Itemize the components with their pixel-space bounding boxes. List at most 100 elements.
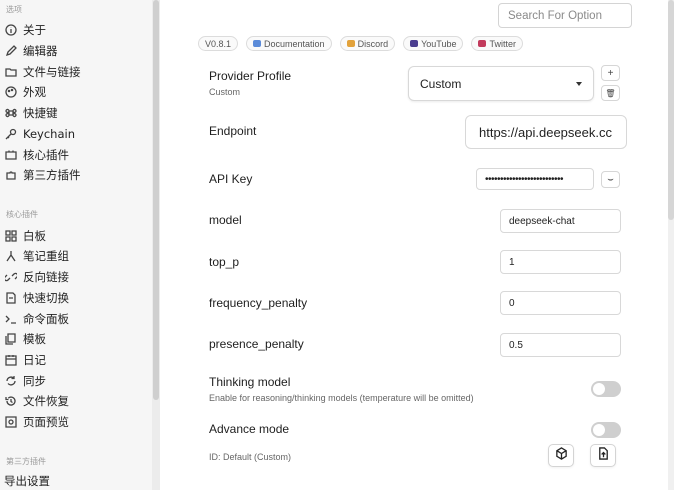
calendar-icon [4, 353, 18, 367]
model-input[interactable]: deepseek-chat [500, 209, 621, 233]
provider-profile-label: Provider Profile [209, 69, 292, 83]
endpoint-value: https://api.deepseek.cc [479, 124, 612, 140]
frequency-penalty-input[interactable]: 0 [500, 291, 621, 315]
endpoint-input[interactable]: https://api.deepseek.cc [465, 115, 627, 149]
sync-icon [4, 374, 18, 388]
import-button[interactable] [548, 444, 574, 467]
twitter-chip[interactable]: Twitter [471, 36, 523, 51]
sidebar: 选项 关于 编辑器 文件与链接 外观 快捷键 Keychain 核心插件 第三方… [0, 0, 152, 490]
link-chips: V0.8.1 Documentation Discord YouTube Twi… [198, 36, 523, 51]
advance-mode-toggle[interactable] [591, 422, 621, 438]
history-icon [4, 394, 18, 408]
switch-icon [4, 291, 18, 305]
youtube-chip[interactable]: YouTube [403, 36, 464, 51]
sidebar-item-label: 文件与链接 [23, 64, 81, 79]
top-p-input[interactable]: 1 [500, 250, 621, 274]
preview-icon [4, 415, 18, 429]
section-heading-options: 选项 [6, 5, 22, 14]
frequency-penalty-label: frequency_penalty [209, 296, 308, 310]
sidebar-item-community-plugins[interactable]: 第三方插件 [4, 165, 150, 184]
profile-id-text: ID: Default (Custom) [209, 452, 292, 462]
sidebar-item-label: 外观 [23, 84, 46, 99]
sidebar-item-files-links[interactable]: 文件与链接 [4, 62, 150, 81]
sidebar-scrollbar[interactable] [152, 0, 160, 490]
sidebar-item-page-preview[interactable]: 页面预览 [4, 412, 150, 431]
terminal-icon [4, 312, 18, 326]
version-chip[interactable]: V0.8.1 [198, 36, 239, 51]
documentation-chip[interactable]: Documentation [246, 36, 332, 51]
sidebar-item-templates[interactable]: 模板 [4, 329, 150, 348]
backlink-icon [4, 270, 18, 284]
sidebar-item-canvas[interactable]: 白板 [4, 226, 150, 245]
presence-penalty-value: 0.5 [509, 339, 523, 351]
sidebar-item-label: 命令面板 [23, 311, 69, 326]
sidebar-item-file-recovery[interactable]: 文件恢复 [4, 391, 150, 410]
sidebar-item-export-settings[interactable]: 导出设置 [4, 471, 150, 490]
twitter-icon [478, 40, 487, 47]
model-label: model [209, 213, 242, 227]
sidebar-item-core-plugins[interactable]: 核心插件 [4, 145, 150, 164]
book-icon [253, 40, 262, 47]
search-input[interactable] [498, 3, 632, 28]
sidebar-item-hotkeys[interactable]: 快捷键 [4, 103, 150, 122]
thinking-model-toggle[interactable] [591, 381, 621, 397]
sidebar-item-sync[interactable]: 同步 [4, 371, 150, 390]
sidebar-item-label: 快捷键 [23, 105, 58, 120]
section-heading-third-party: 第三方插件 [6, 457, 46, 466]
chevron-down-icon [576, 81, 582, 86]
sidebar-item-note-composer[interactable]: 笔记重组 [4, 246, 150, 265]
sidebar-item-editor[interactable]: 编辑器 [4, 41, 150, 60]
sidebar-item-label: 核心插件 [23, 147, 69, 162]
top-p-label: top_p [209, 255, 240, 269]
add-profile-button[interactable]: + [601, 65, 620, 81]
plug-icon [4, 148, 18, 162]
settings-panel: V0.8.1 Documentation Discord YouTube Twi… [160, 0, 674, 490]
model-value: deepseek-chat [509, 215, 575, 227]
youtube-icon [410, 40, 419, 47]
sidebar-item-keychain[interactable]: Keychain [4, 124, 150, 143]
trash-icon: 🗑 [605, 88, 616, 98]
delete-profile-button[interactable]: 🗑 [601, 85, 620, 101]
sidebar-item-label: 快速切换 [23, 290, 69, 305]
frequency-penalty-value: 0 [509, 297, 515, 309]
api-key-input[interactable]: •••••••••••••••••••••••••• [476, 168, 594, 190]
sidebar-item-appearance[interactable]: 外观 [4, 82, 150, 101]
sidebar-item-label: 反向链接 [23, 269, 69, 284]
toggle-visibility-button[interactable]: ⌣ [601, 171, 620, 188]
sidebar-item-about[interactable]: 关于 [4, 20, 150, 39]
top-p-value: 1 [509, 256, 515, 268]
thinking-model-label: Thinking model [209, 375, 291, 389]
sidebar-item-label: 同步 [23, 373, 46, 388]
main-scroll-thumb[interactable] [668, 0, 674, 220]
thinking-model-description: Enable for reasoning/thinking models (te… [209, 393, 474, 403]
sidebar-item-backlinks[interactable]: 反向链接 [4, 267, 150, 286]
sidebar-item-label: 模板 [23, 331, 46, 346]
sidebar-item-quick-switcher[interactable]: 快速切换 [4, 288, 150, 307]
file-upload-icon [597, 446, 610, 465]
sidebar-item-daily-notes[interactable]: 日记 [4, 350, 150, 369]
provider-profile-sub: Custom [209, 87, 241, 97]
discord-chip[interactable]: Discord [339, 36, 396, 51]
sidebar-item-label: 日记 [23, 352, 46, 367]
api-key-label: API Key [209, 172, 253, 186]
template-icon [4, 332, 18, 346]
sidebar-scroll-thumb[interactable] [153, 0, 159, 400]
export-button[interactable] [590, 444, 616, 467]
chip-label: Discord [357, 38, 389, 49]
sidebar-item-command-palette[interactable]: 命令面板 [4, 309, 150, 328]
sidebar-item-label: 文件恢复 [23, 393, 69, 408]
sidebar-item-label: 页面预览 [23, 414, 69, 429]
discord-icon [346, 40, 355, 47]
info-circle-icon [4, 23, 18, 37]
plus-icon: + [607, 67, 614, 79]
sidebar-item-label: Keychain [23, 126, 75, 141]
puzzle-icon [4, 168, 18, 182]
provider-profile-select[interactable]: Custom [408, 66, 594, 101]
command-icon [4, 106, 18, 120]
key-icon [4, 127, 18, 141]
chip-label: Twitter [489, 38, 516, 49]
sidebar-item-label: 白板 [23, 228, 46, 243]
main-scrollbar[interactable] [668, 0, 674, 490]
api-key-value: •••••••••••••••••••••••••• [485, 173, 564, 185]
presence-penalty-input[interactable]: 0.5 [500, 333, 621, 357]
